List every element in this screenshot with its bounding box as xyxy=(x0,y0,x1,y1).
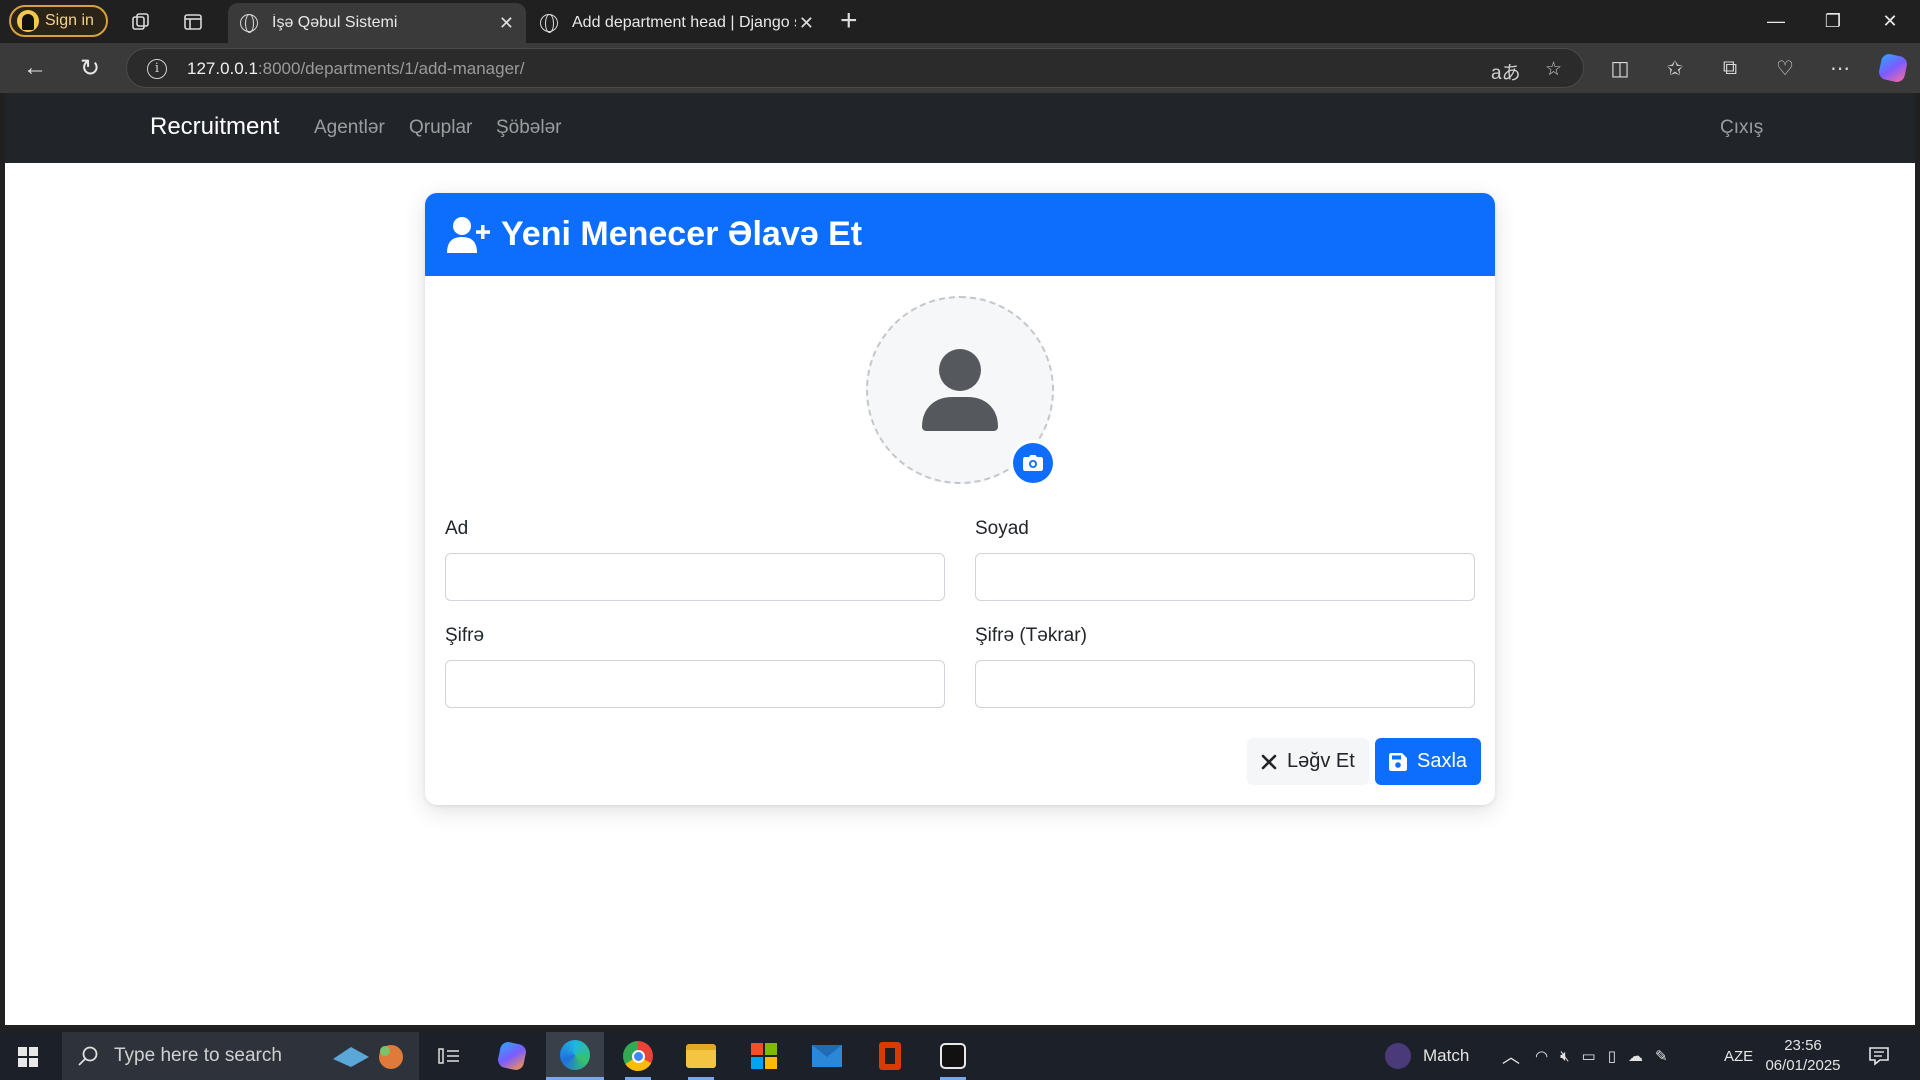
chrome-app-icon[interactable] xyxy=(609,1032,667,1080)
cancel-label: Ləğv Et xyxy=(1287,750,1355,772)
logout-link[interactable]: Çıxış xyxy=(1720,117,1763,139)
read-aloud-icon[interactable]: aあ xyxy=(1491,58,1521,85)
browser-essentials-icon[interactable]: ♡ xyxy=(1771,54,1799,82)
minimize-button[interactable]: — xyxy=(1756,8,1796,34)
restore-button[interactable]: ❐ xyxy=(1813,8,1853,34)
avatar-upload[interactable] xyxy=(866,296,1054,484)
meet-now-icon[interactable]: ▯ xyxy=(1608,1047,1616,1065)
save-label: Saxla xyxy=(1417,750,1468,772)
weather-widget[interactable]: Match xyxy=(1385,1032,1469,1080)
back-button[interactable]: ← xyxy=(20,53,50,83)
nav-link-departments[interactable]: Şöbələr xyxy=(496,117,562,139)
first-name-label: Ad xyxy=(445,518,469,539)
url-text[interactable]: 127.0.0.1:8000/departments/1/add-manager… xyxy=(187,59,524,79)
profile-avatar-icon xyxy=(17,10,39,32)
favorites-icon[interactable]: ✩ xyxy=(1661,54,1689,82)
save-button[interactable]: Saxla xyxy=(1375,738,1482,785)
weather-label: Match xyxy=(1423,1046,1470,1065)
office-app-icon[interactable] xyxy=(861,1032,919,1080)
clock-time: 23:56 xyxy=(1784,1037,1822,1054)
network-icon[interactable]: ◠ xyxy=(1535,1047,1548,1065)
add-manager-card: Yeni Menecer Əlavə Et Ad Soyad Şifrə Şif… xyxy=(425,193,1495,805)
navbar-brand[interactable]: Recruitment xyxy=(150,113,279,141)
close-window-button[interactable]: ✕ xyxy=(1870,8,1910,34)
windows-taskbar: Type here to search Match ︿ ◠ 🔇︎ ▭ ▯ ☁ ✎… xyxy=(0,1032,1920,1080)
card-title: Yeni Menecer Əlavə Et xyxy=(501,215,863,253)
mail-app-icon[interactable] xyxy=(798,1032,856,1080)
site-info-icon[interactable]: i xyxy=(147,59,167,79)
user-silhouette-icon xyxy=(922,349,998,431)
system-tray-icons[interactable]: ◠ 🔇︎ ▭ ▯ ☁ ✎ xyxy=(1535,1032,1668,1080)
system-clock[interactable]: 23:56 06/01/2025 xyxy=(1758,1036,1848,1076)
onedrive-icon[interactable]: ☁ xyxy=(1628,1047,1643,1065)
nav-link-agents[interactable]: Agentlər xyxy=(314,117,385,139)
tab-title: İşə Qəbul Sistemi xyxy=(272,14,398,31)
password-confirm-label: Şifrə (Təkrar) xyxy=(975,625,1087,646)
globe-icon xyxy=(240,14,258,33)
card-header: Yeni Menecer Əlavə Et xyxy=(425,193,1495,276)
sign-in-button[interactable]: Sign in xyxy=(9,5,108,37)
collections-icon[interactable]: ⧉ xyxy=(1716,54,1744,82)
terminal-app-icon[interactable] xyxy=(924,1032,982,1080)
tab-inactive[interactable]: Add department head | Django si ✕ xyxy=(528,3,826,43)
close-icon xyxy=(1261,754,1277,770)
sign-in-label: Sign in xyxy=(45,12,94,29)
copilot-app-icon[interactable] xyxy=(483,1032,541,1080)
cancel-button[interactable]: Ləğv Et xyxy=(1247,738,1369,785)
tab-actions-icon[interactable] xyxy=(180,9,206,35)
copilot-icon[interactable] xyxy=(1877,52,1909,84)
edge-app-icon[interactable] xyxy=(546,1032,604,1080)
microsoft-store-icon[interactable] xyxy=(735,1032,793,1080)
file-explorer-icon[interactable] xyxy=(672,1032,730,1080)
close-tab-icon[interactable]: ✕ xyxy=(799,13,814,34)
workspaces-icon[interactable] xyxy=(128,9,154,35)
user-plus-icon xyxy=(447,216,490,253)
tab-active[interactable]: İşə Qəbul Sistemi ✕ xyxy=(228,3,526,43)
refresh-button[interactable]: ↻ xyxy=(75,53,105,83)
search-placeholder: Type here to search xyxy=(114,1045,282,1066)
language-indicator[interactable]: AZE xyxy=(1724,1032,1753,1080)
windows-start-icon[interactable] xyxy=(18,1047,38,1067)
close-tab-icon[interactable]: ✕ xyxy=(499,13,514,34)
volume-muted-icon[interactable]: 🔇︎ xyxy=(1560,1048,1569,1065)
battery-icon[interactable]: ▭ xyxy=(1582,1047,1596,1065)
save-icon xyxy=(1389,752,1407,771)
top-navbar: Recruitment Agentlər Qruplar Şöbələr Çıx… xyxy=(5,93,1915,163)
search-highlight-icon xyxy=(333,1045,403,1069)
first-name-input[interactable] xyxy=(445,553,945,601)
last-name-label: Soyad xyxy=(975,518,1029,539)
split-screen-icon[interactable]: ◫ xyxy=(1606,54,1634,82)
web-page: Recruitment Agentlər Qruplar Şöbələr Çıx… xyxy=(5,93,1915,1025)
pen-icon[interactable]: ✎ xyxy=(1655,1047,1668,1065)
password-label: Şifrə xyxy=(445,625,485,646)
weather-icon xyxy=(1385,1043,1411,1069)
password-input[interactable] xyxy=(445,660,945,708)
new-tab-button[interactable]: + xyxy=(840,5,858,37)
upload-photo-button[interactable] xyxy=(1013,443,1053,483)
notifications-icon[interactable] xyxy=(1868,1032,1890,1080)
address-bar[interactable]: i 127.0.0.1:8000/departments/1/add-manag… xyxy=(126,48,1584,88)
show-hidden-icons[interactable]: ︿ xyxy=(1502,1032,1520,1080)
clock-date: 06/01/2025 xyxy=(1765,1057,1841,1074)
task-view-icon[interactable] xyxy=(420,1032,478,1080)
taskbar-search[interactable]: Type here to search xyxy=(62,1032,419,1080)
browser-toolbar: ← ↻ i 127.0.0.1:8000/departments/1/add-m… xyxy=(0,43,1920,93)
tab-title: Add department head | Django si xyxy=(572,14,796,31)
globe-icon xyxy=(540,14,558,33)
password-confirm-input[interactable] xyxy=(975,660,1475,708)
browser-tab-strip: Sign in İşə Qəbul Sistemi ✕ Add departme… xyxy=(0,0,1920,43)
last-name-input[interactable] xyxy=(975,553,1475,601)
search-icon xyxy=(78,1046,98,1066)
favorite-star-icon[interactable]: ☆ xyxy=(1545,58,1562,81)
nav-link-groups[interactable]: Qruplar xyxy=(409,117,472,139)
camera-icon xyxy=(1023,455,1043,471)
more-menu-icon[interactable]: ⋯ xyxy=(1826,54,1854,82)
